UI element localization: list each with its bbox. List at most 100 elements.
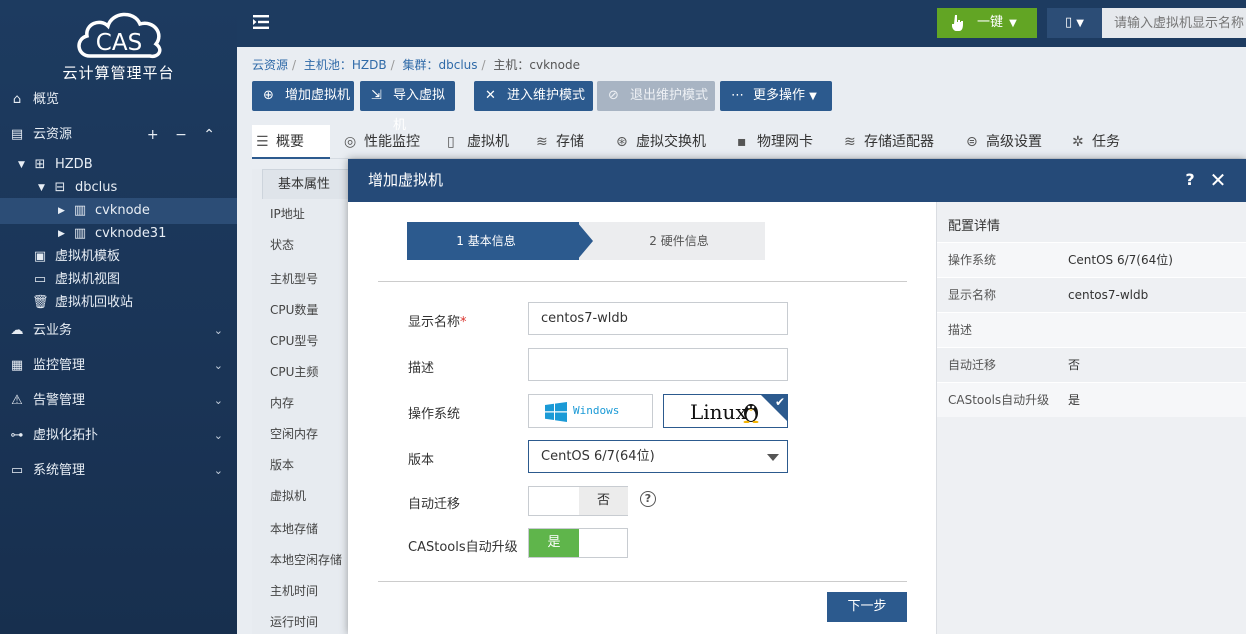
panel-header: 基本属性 [262, 169, 350, 199]
step-basic-info[interactable]: 1 基本信息 [407, 222, 579, 260]
monitor-icon: ▦ [10, 358, 24, 373]
prop-label: 运行时间 [270, 615, 319, 629]
nic-icon: ▪ [737, 134, 747, 150]
nav-alarm[interactable]: ⚠ 告警管理 ⌄ [0, 388, 237, 414]
platform-subtitle: 云计算管理平台 [62, 64, 175, 82]
detail-title: 配置详情 [948, 219, 1001, 234]
nav-label: 监控管理 [33, 358, 86, 373]
nav-vm-recycle[interactable]: 🗑 虚拟机回收站 [0, 290, 237, 316]
menu-toggle-icon[interactable] [251, 12, 271, 32]
tab-storage[interactable]: ≋ 存储 [532, 125, 584, 159]
nav-cloud-resource[interactable]: ▤ 云资源 + − ⌃ [0, 122, 237, 148]
next-step-button[interactable]: 下一步 [827, 592, 907, 622]
display-name-input[interactable] [528, 302, 788, 335]
no-entry-icon: ⊘ [608, 88, 619, 103]
logo[interactable]: CAS 云计算管理平台 [0, 0, 237, 86]
detail-value: 否 [1068, 358, 1081, 372]
search-input[interactable] [1102, 8, 1246, 38]
tab-label: 存储适配器 [864, 134, 934, 150]
divider [378, 581, 907, 582]
exit-maintenance-button[interactable]: ⊘ 退出维护模式 [597, 81, 715, 111]
tab-overview[interactable]: ☰ 概要 [252, 125, 330, 159]
tree-ops[interactable]: + − ⌃ [147, 122, 221, 148]
add-vm-button[interactable]: ⊕ 增加虚拟机 [252, 81, 354, 111]
detail-value: 是 [1068, 393, 1081, 407]
os-windows-option[interactable]: Windows [528, 394, 653, 428]
prop-label: CPU主频 [270, 365, 319, 379]
close-icon[interactable]: ✕ [1208, 168, 1228, 192]
import-vm-button[interactable]: ⇲ 导入虚拟机 [360, 81, 455, 133]
tab-label: 虚拟交换机 [636, 134, 706, 150]
version-select[interactable]: CentOS 6/7(64位) [528, 440, 788, 473]
help-icon[interactable]: ? [1180, 168, 1200, 192]
search-type-dropdown[interactable]: ▯ ▼ [1047, 8, 1102, 38]
toggle-state: 是 [529, 529, 579, 557]
resource-icon: ▤ [10, 127, 24, 142]
nav-cloud-business[interactable]: ☁ 云业务 ⌄ [0, 318, 237, 344]
detail-row: 显示名称 centos7-wldb [937, 277, 1246, 312]
os-linux-option[interactable]: Linux ✔ [663, 394, 788, 428]
detail-key: 描述 [948, 323, 973, 337]
tab-vm[interactable]: ▯ 虚拟机 [443, 125, 509, 159]
vm-icon: ▯ [1065, 15, 1073, 30]
sidebar: CAS 云计算管理平台 ⌂ 概览 ▤ 云资源 + − ⌃ ▼ ⊞ HZDB ▼ … [0, 0, 237, 634]
top-bar: 一键 ▼ ▯ ▼ [237, 0, 1246, 47]
tab-storage-adapter[interactable]: ≋ 存储适配器 [840, 125, 934, 159]
required-mark: * [460, 315, 467, 330]
tux-icon [743, 404, 759, 423]
tab-label: 虚拟机 [467, 134, 509, 150]
one-click-label: 一键 [977, 15, 1004, 30]
more-actions-button[interactable]: ⋯ 更多操作 ▼ [720, 81, 832, 111]
tab-performance[interactable]: ◎ 性能监控 [340, 125, 420, 159]
nav-overview[interactable]: ⌂ 概览 [0, 87, 237, 113]
nav-topology[interactable]: ⊶ 虚拟化拓扑 ⌄ [0, 423, 237, 449]
detail-row: CAStools自动升级 是 [937, 382, 1246, 417]
nav-label: 系统管理 [33, 463, 86, 478]
castools-toggle[interactable]: 是 [528, 528, 628, 558]
detail-value: CentOS 6/7(64位) [1068, 253, 1173, 267]
nav-label: 云资源 [33, 127, 73, 142]
tree-label: 虚拟机回收站 [55, 295, 134, 310]
prop-label: CPU型号 [270, 334, 319, 348]
chevron-down-icon: ⌄ [213, 464, 223, 477]
prop-label: 状态 [270, 238, 295, 252]
chevron-down-icon: ⌄ [213, 394, 223, 407]
breadcrumb: 云资源 / 主机池：HZDB / 集群：dbclus / 主机：cvknode [252, 58, 580, 72]
alarm-icon: ⚠ [11, 393, 23, 408]
caret-down-icon: ▼ [809, 91, 817, 102]
step-hardware-info[interactable]: 2 硬件信息 [579, 222, 765, 260]
cloud-logo-icon: CAS [77, 12, 162, 59]
logo-text: CAS [96, 30, 142, 56]
chevron-down-icon: ⌄ [213, 429, 223, 442]
prop-label: 主机时间 [270, 584, 319, 598]
gear-icon: ✲ [1072, 134, 1084, 150]
tab-label: 物理网卡 [757, 134, 813, 150]
crumb-host-pool[interactable]: 主机池：HZDB [304, 58, 387, 72]
enter-maintenance-button[interactable]: ✕ 进入维护模式 [474, 81, 593, 111]
detail-value: centos7-wldb [1068, 288, 1149, 302]
help-circle-icon[interactable]: ? [640, 491, 656, 507]
one-click-button[interactable]: 一键 ▼ [937, 8, 1037, 38]
nav-label: 概览 [33, 92, 60, 107]
wrench-icon: ✕ [485, 88, 496, 103]
detail-key: 操作系统 [948, 253, 997, 267]
gauge-icon: ◎ [344, 134, 357, 150]
tab-physical-nic[interactable]: ▪ 物理网卡 [733, 125, 813, 159]
crumb-cluster[interactable]: 集群：dbclus [402, 58, 477, 72]
prop-label: 版本 [270, 458, 295, 472]
auto-migrate-toggle[interactable]: 否 [528, 486, 628, 516]
button-label: 进入维护模式 [507, 88, 586, 103]
prop-label: 空闲内存 [270, 427, 319, 441]
step-arrow [577, 222, 593, 260]
nav-monitor[interactable]: ▦ 监控管理 ⌄ [0, 353, 237, 379]
tab-label: 高级设置 [986, 134, 1042, 150]
nav-system[interactable]: ▭ 系统管理 ⌄ [0, 458, 237, 484]
castools-label: CAStools自动升级 [408, 540, 518, 555]
tab-advanced[interactable]: ⊜ 高级设置 [962, 125, 1042, 159]
description-input[interactable] [528, 348, 788, 381]
tab-tasks[interactable]: ✲ 任务 [1068, 125, 1120, 159]
caret-down-icon: ▼ [1076, 18, 1084, 29]
tab-label: 任务 [1092, 134, 1120, 150]
tab-vswitch[interactable]: ⊛ 虚拟交换机 [612, 125, 706, 159]
crumb-cloud-resource[interactable]: 云资源 [252, 58, 288, 72]
